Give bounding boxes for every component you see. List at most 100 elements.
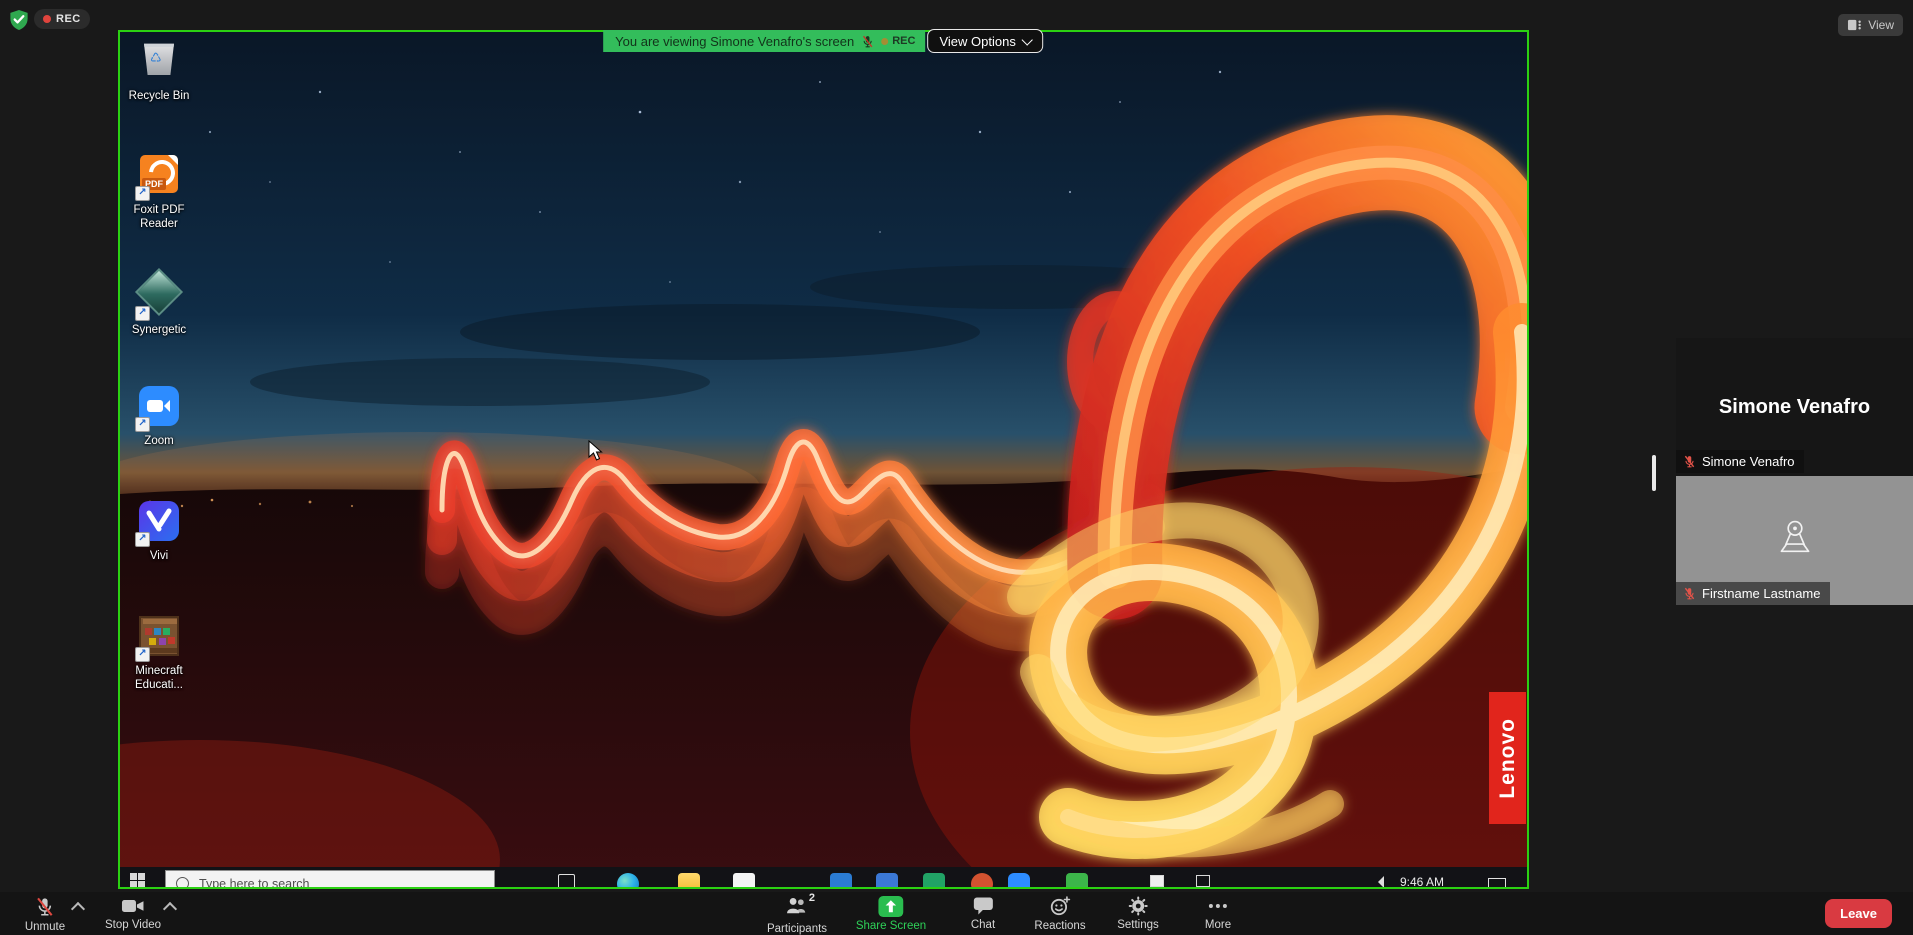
- panel-collapse-handle[interactable]: [1652, 455, 1656, 491]
- recording-dot-icon: [43, 15, 51, 23]
- green-app-icon[interactable]: [1066, 873, 1088, 887]
- powerpoint-icon[interactable]: [971, 873, 993, 887]
- minecraft-education-icon: ↗: [137, 616, 181, 660]
- shared-screen-view[interactable]: Lenovo ♺ Recycle Bin PDF ↗ Foxit PDF Rea…: [118, 30, 1529, 889]
- muted-mic-icon: [1683, 454, 1696, 469]
- zoom-taskbar-icon[interactable]: [1008, 873, 1030, 887]
- settings-label: Settings: [1117, 919, 1159, 931]
- chat-button[interactable]: Chat: [971, 896, 995, 931]
- banner-rec-dot-icon: [881, 38, 888, 45]
- desktop-icon-recycle-bin[interactable]: ♺ Recycle Bin: [120, 37, 198, 103]
- search-icon: [176, 877, 189, 887]
- muted-mic-icon: [861, 34, 874, 49]
- tile-participant-name: Firstname Lastname: [1702, 586, 1821, 601]
- unmute-button[interactable]: Unmute: [25, 896, 65, 933]
- recycle-bin-icon: ♺: [137, 41, 181, 85]
- action-center-button[interactable]: [1488, 878, 1506, 887]
- desktop-icon-synergetic[interactable]: ↗ Synergetic: [120, 268, 198, 337]
- reactions-label: Reactions: [1034, 920, 1085, 932]
- store-icon[interactable]: [733, 873, 755, 887]
- participants-count-badge: 2: [809, 892, 815, 904]
- screen-share-banner: You are viewing Simone Venafro's screen …: [603, 29, 1043, 53]
- excel-icon[interactable]: [923, 873, 945, 887]
- stop-video-button[interactable]: Stop Video: [105, 896, 161, 931]
- chevron-down-icon: [1021, 34, 1032, 45]
- banner-rec-indicator: REC: [881, 35, 915, 47]
- audio-options-chevron[interactable]: [71, 902, 85, 916]
- desktop-icon-foxit[interactable]: PDF ↗ Foxit PDF Reader: [120, 152, 198, 232]
- share-screen-label: Share Screen: [856, 920, 926, 932]
- more-button[interactable]: More: [1205, 896, 1231, 931]
- volume-icon[interactable]: [1372, 876, 1384, 887]
- vivi-icon: ↗: [137, 501, 181, 545]
- edge-icon[interactable]: [617, 873, 639, 887]
- tray-app-icon[interactable]: [1196, 875, 1210, 887]
- leave-button[interactable]: Leave: [1825, 899, 1892, 928]
- desktop-icon-minecraft[interactable]: ↗ Minecraft Educati...: [120, 614, 198, 693]
- view-button-label: View: [1868, 18, 1894, 32]
- settings-button[interactable]: Settings: [1117, 896, 1159, 931]
- lenovo-logo: Lenovo: [1489, 692, 1526, 824]
- muted-mic-icon: [35, 896, 55, 918]
- participants-icon: [786, 896, 808, 915]
- banner-message: You are viewing Simone Venafro's screen …: [603, 30, 925, 52]
- video-tile-active-speaker[interactable]: Simone Venafro Simone Venafro: [1676, 338, 1913, 476]
- banner-text: You are viewing Simone Venafro's screen: [615, 34, 854, 49]
- security-shield-icon[interactable]: [8, 9, 30, 31]
- foxit-pdf-icon: PDF ↗: [137, 155, 181, 199]
- smiley-plus-icon: [1049, 896, 1070, 917]
- gallery-view-icon: [1847, 18, 1862, 32]
- file-explorer-icon[interactable]: [678, 873, 700, 887]
- shortcut-arrow-icon: ↗: [135, 532, 150, 547]
- tile-participant-name: Simone Venafro: [1702, 454, 1795, 469]
- stop-video-label: Stop Video: [105, 919, 161, 931]
- taskbar-clock[interactable]: 9:46 AM: [1400, 875, 1444, 887]
- view-options-label: View Options: [939, 34, 1015, 49]
- shortcut-arrow-icon: ↗: [135, 417, 150, 432]
- muted-mic-icon: [1683, 586, 1696, 601]
- recording-label: REC: [56, 13, 81, 25]
- recording-indicator: REC: [34, 9, 90, 29]
- task-view-button[interactable]: [558, 874, 575, 887]
- participants-label: Participants: [767, 923, 827, 935]
- mouse-cursor: [588, 440, 606, 462]
- chat-bubble-icon: [972, 896, 993, 916]
- share-screen-button[interactable]: Share Screen: [856, 896, 926, 932]
- banner-rec-label: REC: [892, 35, 915, 47]
- shortcut-arrow-icon: ↗: [135, 306, 150, 321]
- onedrive-icon[interactable]: [784, 876, 806, 887]
- view-options-button[interactable]: View Options: [927, 29, 1042, 53]
- gear-icon: [1128, 896, 1148, 916]
- reactions-button[interactable]: Reactions: [1034, 896, 1085, 932]
- tile-name-tag: Firstname Lastname: [1676, 582, 1830, 605]
- chat-label: Chat: [971, 919, 995, 931]
- desktop-icon-vivi[interactable]: ↗ Vivi: [120, 499, 198, 563]
- word-icon[interactable]: [830, 873, 852, 887]
- participants-button[interactable]: 2 Participants: [767, 896, 827, 935]
- taskbar-search-input[interactable]: Type here to search: [165, 870, 495, 887]
- unmute-label: Unmute: [25, 921, 65, 933]
- tile-name-tag: Simone Venafro: [1676, 450, 1804, 473]
- synergetic-icon: ↗: [137, 275, 181, 319]
- speaker-name: Simone Venafro: [1719, 396, 1870, 419]
- video-camera-icon: [121, 896, 145, 916]
- teams-icon[interactable]: [876, 873, 898, 887]
- shortcut-arrow-icon: ↗: [135, 186, 150, 201]
- webcam-icon: [1772, 516, 1818, 560]
- video-tile-camera-off[interactable]: Firstname Lastname: [1676, 476, 1913, 605]
- desktop-wallpaper: [120, 32, 1527, 887]
- share-screen-icon: [878, 896, 904, 917]
- leave-label: Leave: [1840, 906, 1877, 921]
- more-label: More: [1205, 919, 1231, 931]
- ellipsis-icon: [1207, 896, 1229, 916]
- shortcut-arrow-icon: ↗: [135, 647, 150, 662]
- search-placeholder: Type here to search: [199, 877, 309, 887]
- start-button[interactable]: [130, 873, 145, 887]
- video-options-chevron[interactable]: [163, 902, 177, 916]
- zoom-app-icon: ↗: [137, 386, 181, 430]
- tray-app-icon[interactable]: [1150, 875, 1164, 887]
- windows-taskbar[interactable]: Type here to search 9:46 AM: [120, 867, 1527, 887]
- meeting-toolbar: Unmute Stop Video 2 Participants Share S…: [0, 892, 1913, 935]
- view-layout-button[interactable]: View: [1838, 14, 1903, 36]
- desktop-icon-zoom[interactable]: ↗ Zoom: [120, 384, 198, 448]
